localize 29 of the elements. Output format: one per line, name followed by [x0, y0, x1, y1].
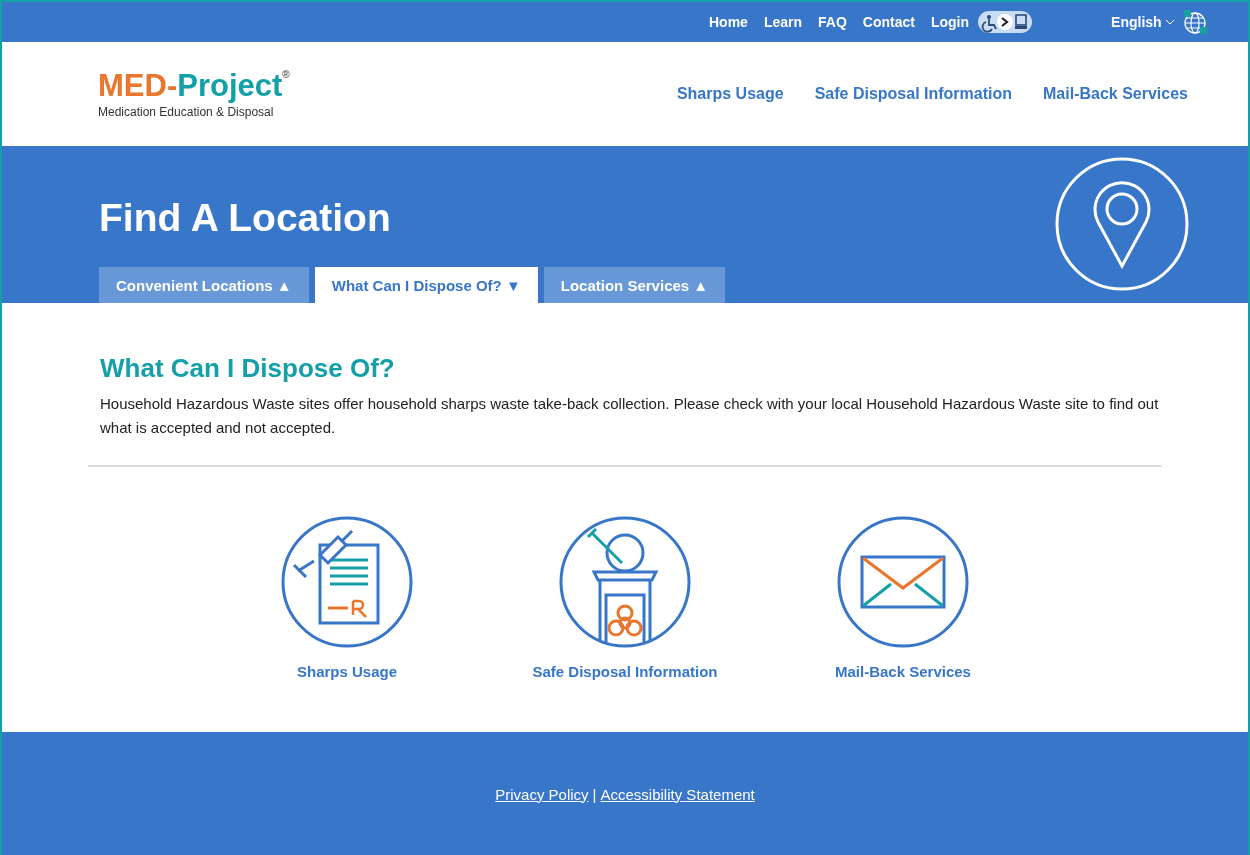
section-heading: What Can I Dispose Of?: [100, 353, 396, 384]
tab[interactable]: Location Services ▲: [543, 267, 726, 303]
main-nav-link[interactable]: Mail-Back Services: [1043, 85, 1188, 103]
logo-wordmark[interactable]: MED-Project®: [98, 69, 290, 101]
footer-link[interactable]: Accessibility Statement: [600, 785, 755, 803]
tab[interactable]: Convenient Locations ▲: [99, 267, 309, 303]
chevron-down-icon[interactable]: [1164, 19, 1175, 25]
tab[interactable]: What Can I Dispose Of? ▼: [314, 267, 538, 303]
envelope-icon: [836, 515, 970, 649]
top-nav-link[interactable]: FAQ: [818, 14, 847, 30]
language-selector[interactable]: English: [1111, 14, 1175, 30]
prescription-syringe-icon: [280, 515, 414, 649]
page-title: Find A Location: [99, 195, 392, 241]
link-separator: |: [592, 785, 597, 803]
top-nav-link[interactable]: Login: [930, 14, 970, 30]
top-nav-link[interactable]: Contact: [862, 14, 915, 30]
sharps-container-icon: [558, 515, 692, 649]
accessibility-toggle-icon[interactable]: [977, 10, 1034, 34]
feature-link[interactable]: Safe Disposal Information: [532, 663, 718, 680]
feature-link[interactable]: Sharps Usage: [296, 663, 397, 680]
logo-tagline: Medication Education & Disposal: [98, 104, 275, 119]
main-nav-link[interactable]: Sharps Usage: [676, 85, 784, 103]
top-nav-link[interactable]: Learn: [763, 14, 803, 30]
section-description: Household Hazardous Waste sites offer household sharps waste take-back collection. Please check with your local Household Hazardous Waste site to find out what is accepted and not accepted.: [100, 394, 1160, 438]
footer-link[interactable]: Privacy Policy: [495, 785, 589, 803]
top-nav-link[interactable]: Home: [709, 14, 748, 30]
feature-link[interactable]: Mail-Back Services: [835, 663, 971, 680]
location-pin-icon: [1054, 156, 1190, 292]
main-nav-link[interactable]: Safe Disposal Information: [814, 85, 1012, 103]
